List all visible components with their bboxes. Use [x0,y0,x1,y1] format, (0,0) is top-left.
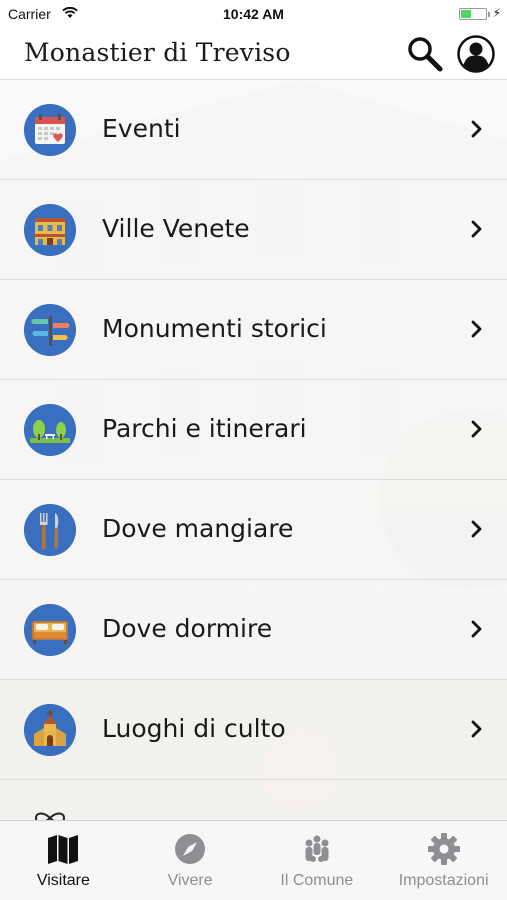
menu-item-partial[interactable] [0,780,507,820]
map-icon [48,835,79,864]
menu-item-dove-mangiare[interactable]: Dove mangiare [0,480,507,580]
menu-item-parchi-e-itinerari[interactable]: Parchi e itinerari [0,380,507,480]
menu-item-eventi[interactable]: Eventi [0,80,507,180]
app-header: Monastier di Treviso [0,28,507,80]
menu-item-ville-venete[interactable]: Ville Venete [0,180,507,280]
tab-label: Il Comune [280,872,354,889]
page-title: Monastier di Treviso [24,38,291,67]
chevron-right-icon [471,320,482,338]
tab-impostazioni[interactable]: Impostazioni [380,821,507,900]
menu-item-label: Luoghi di culto [102,714,286,743]
tab-bar: Visitare Vivere Il Comune Impostazioni [0,820,507,900]
compass-icon [175,834,206,864]
church-icon [24,704,76,756]
bed-icon [24,604,76,656]
chevron-right-icon [471,220,482,238]
tab-vivere[interactable]: Vivere [127,821,254,900]
menu-list: Eventi Ville Venete Monumenti storici Pa… [0,80,507,820]
chevron-right-icon [471,120,482,138]
menu-item-label: Ville Venete [102,214,250,243]
charging-icon: ⚡ [492,6,501,20]
gear-icon [427,833,460,865]
signpost-icon [24,304,76,356]
chevron-right-icon [471,620,482,638]
villa-icon [24,204,76,256]
menu-item-label: Dove dormire [102,614,273,643]
status-time: 10:42 AM [223,6,284,22]
status-bar: Carrier 10:42 AM ⚡ [0,0,507,28]
menu-item-luoghi-di-culto[interactable]: Luoghi di culto [0,680,507,780]
menu-item-label: Eventi [102,114,181,143]
chevron-right-icon [471,720,482,738]
menu-item-label: Parchi e itinerari [102,414,307,443]
chevron-right-icon [471,420,482,438]
menu-item-label: Monumenti storici [102,314,327,343]
menu-item-monumenti-storici[interactable]: Monumenti storici [0,280,507,380]
tab-il-comune[interactable]: Il Comune [254,821,381,900]
people-icon [305,835,329,862]
battery-icon [459,8,490,20]
tab-visitare[interactable]: Visitare [0,821,127,900]
tab-label: Visitare [36,872,90,889]
tab-label: Vivere [167,872,213,889]
chevron-right-icon [471,520,482,538]
infinity-map-icon [34,812,66,820]
search-icon[interactable] [404,34,444,74]
calendar-icon [24,104,76,156]
content-area: Eventi Ville Venete Monumenti storici Pa… [0,80,507,820]
fork-knife-icon [24,504,76,556]
tab-label: Impostazioni [398,872,489,889]
menu-item-label: Dove mangiare [102,514,294,543]
user-profile-icon[interactable] [456,34,496,74]
menu-item-dove-dormire[interactable]: Dove dormire [0,580,507,680]
park-icon [24,404,76,456]
